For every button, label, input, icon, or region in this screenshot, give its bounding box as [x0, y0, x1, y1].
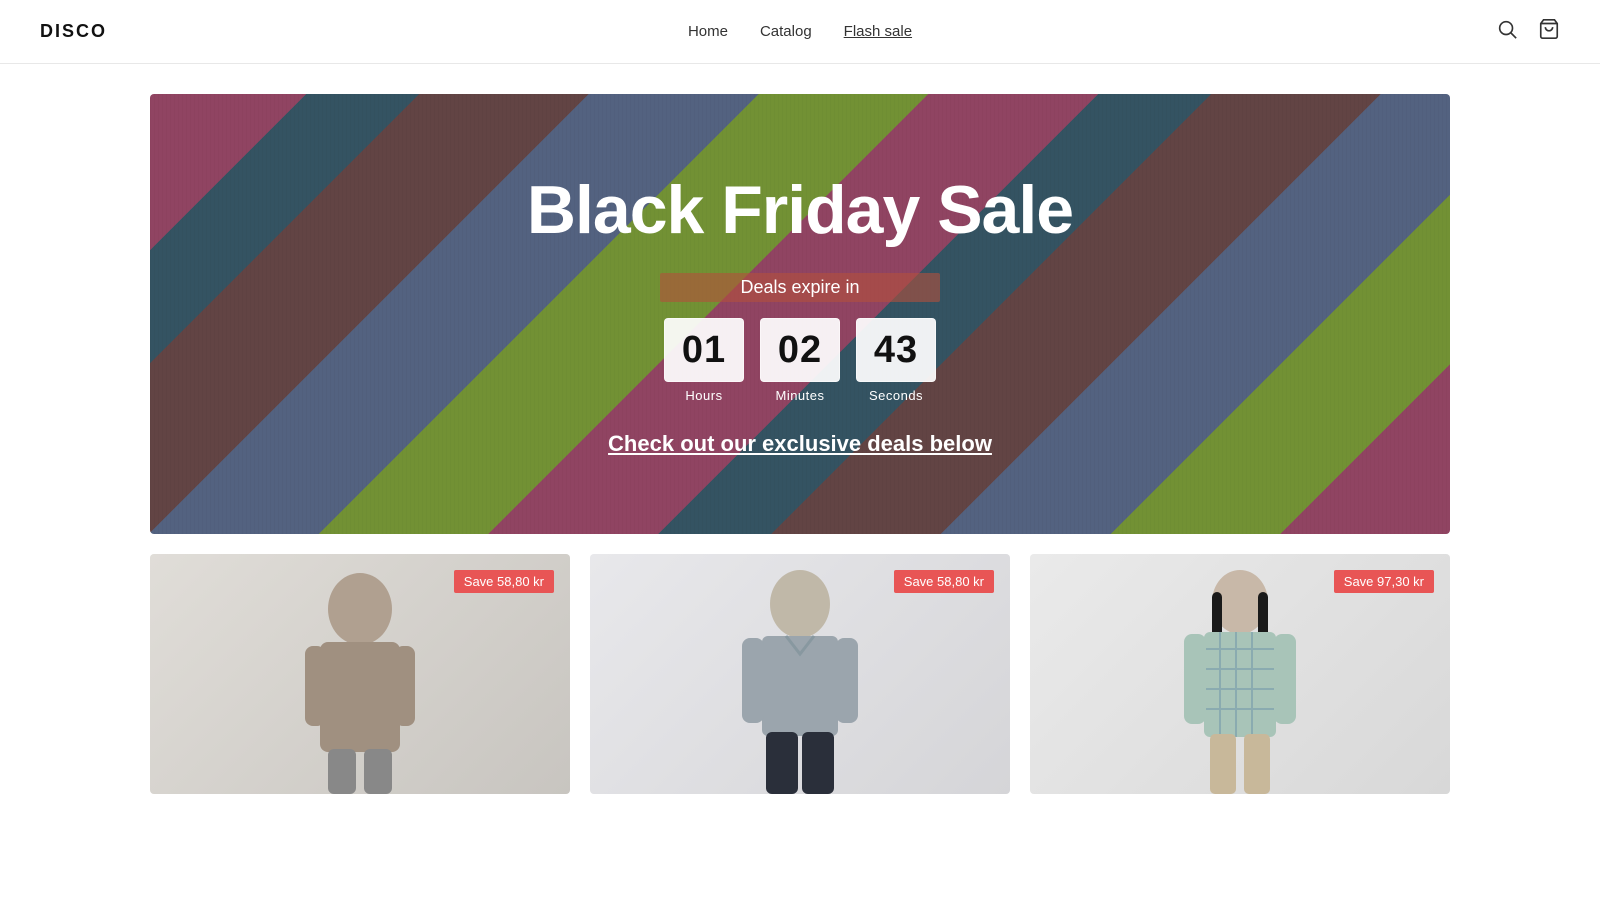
countdown-timer: 01 Hours 02 Minutes 43 Seconds — [664, 318, 936, 403]
save-badge-3: Save 97,30 kr — [1334, 570, 1434, 593]
products-section: Save 58,80 kr Save 58,80 kr — [150, 534, 1450, 834]
header-actions — [1496, 18, 1560, 45]
countdown-seconds: 43 Seconds — [856, 318, 936, 403]
hero-cta[interactable]: Check out our exclusive deals below — [608, 431, 992, 457]
hours-value: 01 — [664, 318, 744, 382]
deals-expire-label: Deals expire in — [660, 273, 940, 302]
minutes-value: 02 — [760, 318, 840, 382]
nav-catalog[interactable]: Catalog — [760, 23, 812, 40]
save-badge-2: Save 58,80 kr — [894, 570, 994, 593]
header: DISCO Home Catalog Flash sale — [0, 0, 1600, 64]
logo[interactable]: DISCO — [40, 21, 107, 42]
minutes-label: Minutes — [775, 388, 824, 403]
search-icon[interactable] — [1496, 18, 1518, 45]
cart-icon[interactable] — [1538, 18, 1560, 45]
main-nav: Home Catalog Flash sale — [688, 23, 912, 40]
nav-home[interactable]: Home — [688, 23, 728, 40]
save-badge-1: Save 58,80 kr — [454, 570, 554, 593]
seconds-value: 43 — [856, 318, 936, 382]
seconds-label: Seconds — [869, 388, 923, 403]
hours-label: Hours — [685, 388, 722, 403]
product-card-2[interactable]: Save 58,80 kr — [590, 554, 1010, 794]
nav-flash-sale[interactable]: Flash sale — [844, 23, 912, 40]
hero-content: Black Friday Sale Deals expire in 01 Hou… — [150, 94, 1450, 534]
product-card-3[interactable]: Save 97,30 kr — [1030, 554, 1450, 794]
hero-title: Black Friday Sale — [527, 171, 1073, 249]
hero-banner: Black Friday Sale Deals expire in 01 Hou… — [150, 94, 1450, 534]
countdown-hours: 01 Hours — [664, 318, 744, 403]
product-card-1[interactable]: Save 58,80 kr — [150, 554, 570, 794]
countdown-minutes: 02 Minutes — [760, 318, 840, 403]
